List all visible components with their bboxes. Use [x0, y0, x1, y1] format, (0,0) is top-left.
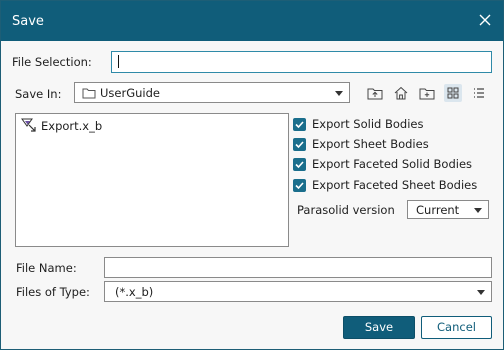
parasolid-version-value: Current [416, 203, 460, 217]
file-name-text: Export.x_b [41, 119, 103, 133]
files-of-type-label: Files of Type: [16, 285, 90, 299]
export-faceted-solid-bodies-checkbox[interactable]: Export Faceted Solid Bodies [293, 156, 472, 172]
checkbox-label: Export Sheet Bodies [312, 137, 429, 151]
file-selection-input[interactable] [111, 51, 492, 73]
checkbox-label: Export Solid Bodies [312, 117, 424, 131]
files-of-type-dropdown[interactable]: (*.x_b) [104, 281, 492, 302]
new-folder-icon[interactable] [418, 84, 436, 102]
dialog-title: Save [12, 14, 44, 29]
save-in-folder: UserGuide [100, 86, 160, 100]
list-item[interactable]: Export.x_b [21, 118, 102, 134]
file-selection-label: File Selection: [12, 55, 92, 69]
files-of-type-value: (*.x_b) [115, 285, 154, 299]
checkbox-checked-icon [293, 137, 306, 151]
chevron-down-icon [335, 91, 343, 96]
file-list[interactable]: Export.x_b [15, 113, 289, 247]
parasolid-version-dropdown[interactable]: Current [407, 200, 489, 219]
checkbox-label: Export Faceted Solid Bodies [312, 157, 473, 171]
save-in-dropdown[interactable]: UserGuide [74, 82, 350, 103]
checkbox-checked-icon [293, 178, 306, 192]
file-name-input[interactable] [104, 257, 492, 278]
up-folder-icon[interactable] [366, 84, 384, 102]
export-faceted-sheet-bodies-checkbox[interactable]: Export Faceted Sheet Bodies [293, 177, 477, 193]
parasolid-file-icon [21, 117, 37, 136]
cancel-button[interactable]: Cancel [421, 316, 492, 339]
list-view-icon[interactable] [470, 84, 488, 102]
chevron-down-icon [477, 290, 485, 295]
checkbox-checked-icon [293, 157, 306, 171]
export-sheet-bodies-checkbox[interactable]: Export Sheet Bodies [293, 136, 429, 152]
file-name-label: File Name: [16, 261, 77, 275]
chevron-down-icon [474, 208, 482, 213]
save-in-label: Save In: [15, 87, 62, 101]
title-bar[interactable]: Save [1, 1, 503, 41]
checkbox-label: Export Faceted Sheet Bodies [312, 178, 478, 192]
home-icon[interactable] [392, 84, 410, 102]
save-dialog: Save File Selection: Save In: UserGuide [0, 0, 504, 350]
close-icon[interactable] [477, 12, 493, 28]
parasolid-version-label: Parasolid version [297, 203, 395, 217]
text-caret [118, 55, 119, 68]
grid-view-icon[interactable] [444, 84, 462, 102]
folder-icon [82, 87, 96, 102]
checkbox-checked-icon [293, 117, 306, 131]
export-solid-bodies-checkbox[interactable]: Export Solid Bodies [293, 116, 423, 132]
save-button[interactable]: Save [343, 316, 415, 339]
